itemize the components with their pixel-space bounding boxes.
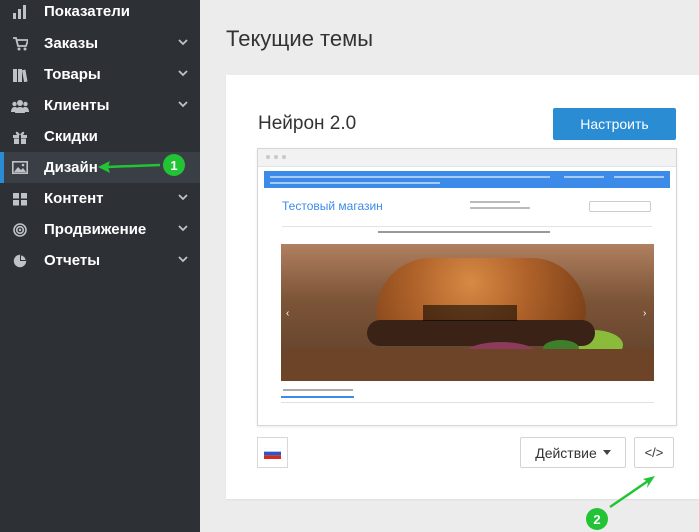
chevron-down-icon [178, 194, 188, 201]
chevron-right-icon: › [643, 308, 647, 319]
browser-bar [258, 149, 676, 167]
action-dropdown-button[interactable]: Действие [520, 437, 626, 468]
theme-name: Нейрон 2.0 [258, 113, 357, 134]
chevron-down-icon [178, 256, 188, 263]
books-icon [11, 67, 29, 82]
caret-down-icon [602, 449, 611, 455]
bar-chart-icon [11, 4, 29, 19]
chevron-left-icon: ‹ [286, 308, 290, 319]
sidebar: Показатели Заказы Товары Клиенты Скидки … [0, 0, 200, 532]
sidebar-item-customers[interactable]: Клиенты [0, 90, 200, 121]
preview-hero-image: ‹ › [281, 244, 654, 381]
theme-preview[interactable]: Тестовый магазин ‹ › [257, 148, 677, 426]
callout-1: 1 [163, 154, 185, 176]
cube-icon [11, 191, 29, 206]
sidebar-item-label: Контент [44, 190, 104, 207]
preview-contacts [470, 201, 530, 213]
ru-flag-icon [264, 448, 281, 459]
divider [281, 402, 654, 403]
sidebar-item-label: Показатели [44, 3, 131, 20]
callout-2: 2 [586, 508, 608, 530]
preview-top-nav [264, 171, 670, 188]
sidebar-item-label: Продвижение [44, 221, 147, 238]
configure-button[interactable]: Настроить [553, 108, 676, 140]
target-icon [11, 222, 29, 237]
sidebar-item-label: Скидки [44, 128, 98, 145]
divider [282, 226, 652, 227]
window-dot [266, 155, 270, 159]
theme-card: Нейрон 2.0 Настроить Тестовый магазин ‹ … [226, 75, 699, 499]
pie-chart-icon [11, 253, 29, 268]
language-button[interactable] [257, 437, 288, 468]
sidebar-item-content[interactable]: Контент [0, 183, 200, 214]
window-dot [274, 155, 278, 159]
window-dot [282, 155, 286, 159]
sidebar-item-orders[interactable]: Заказы [0, 28, 200, 59]
preview-tab-underline [281, 396, 354, 398]
chevron-down-icon [178, 225, 188, 232]
users-icon [11, 98, 29, 113]
hero-caption [423, 305, 517, 321]
sidebar-item-label: Клиенты [44, 97, 110, 114]
chevron-down-icon [178, 70, 188, 77]
edit-code-button[interactable]: </> [634, 437, 674, 468]
preview-search [589, 201, 651, 212]
image-icon [11, 160, 29, 175]
page-title: Текущие темы [226, 26, 374, 51]
preview-store-title: Тестовый магазин [282, 199, 383, 213]
sidebar-item-dashboard[interactable]: Показатели [0, 0, 200, 27]
sidebar-item-label: Дизайн [44, 159, 98, 176]
chevron-down-icon [178, 101, 188, 108]
sidebar-item-label: Заказы [44, 35, 99, 52]
preview-tab-label [283, 389, 353, 391]
sidebar-item-discounts[interactable]: Скидки [0, 121, 200, 152]
sidebar-item-label: Товары [44, 66, 101, 83]
action-label: Действие [535, 444, 597, 461]
sidebar-item-reports[interactable]: Отчеты [0, 245, 200, 276]
gift-icon [11, 129, 29, 144]
sidebar-item-products[interactable]: Товары [0, 59, 200, 90]
sidebar-item-label: Отчеты [44, 252, 101, 269]
cart-icon [11, 36, 29, 51]
chevron-down-icon [178, 39, 188, 46]
preview-menu [378, 231, 550, 233]
sidebar-item-promotion[interactable]: Продвижение [0, 214, 200, 245]
